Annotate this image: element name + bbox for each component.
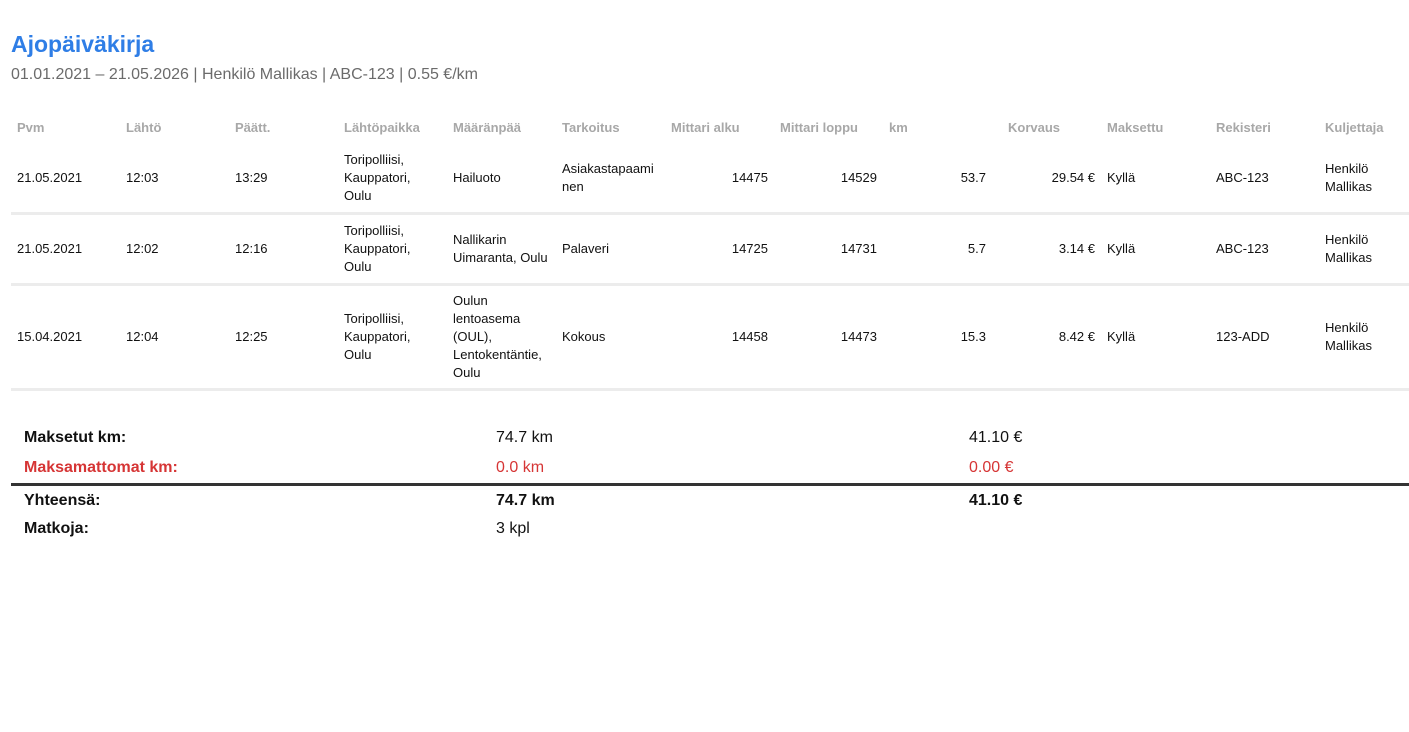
cell-paid: Kyllä — [1101, 213, 1210, 286]
column-header-mittari-alku: Mittari alku — [671, 119, 740, 135]
column-header-rekisteri: Rekisteri — [1216, 119, 1271, 135]
cell-compensation: 8.42 € — [992, 284, 1101, 391]
cell-driver: Henkilö Mallikas — [1319, 144, 1409, 215]
cell-start-place: Toripolliisi, Kauppatori, Oulu — [338, 213, 447, 286]
cell-end-time: 12:25 — [229, 284, 338, 391]
cell-start-place: Toripolliisi, Kauppatori, Oulu — [338, 144, 447, 215]
cell-odometer-end: 14529 — [774, 144, 883, 215]
cell-date: 21.05.2021 — [11, 144, 120, 215]
cell-registration: ABC-123 — [1210, 144, 1319, 215]
cell-odometer-end: 14473 — [774, 284, 883, 391]
summary-total-km: 74.7 km — [496, 492, 555, 509]
cell-odometer-start: 14458 — [665, 284, 774, 391]
cell-destination: Nallikarin Uimaranta, Oulu — [447, 213, 556, 286]
table-row: 15.04.2021 12:04 12:25 Toripolliisi, Kau… — [11, 284, 1409, 391]
report-page: Ajopäiväkirja 01.01.2021 – 21.05.2026 | … — [11, 30, 1409, 537]
cell-purpose: Asiakastapaaminen — [556, 144, 665, 215]
summary-total-label: Yhteensä: — [24, 492, 101, 509]
summary-trips-label: Matkoja: — [24, 520, 89, 537]
cell-destination: Oulun lentoasema (OUL), Lentokentäntie, … — [447, 284, 556, 391]
summary-total-eur: 41.10 € — [969, 492, 1023, 509]
cell-registration: 123-ADD — [1210, 284, 1319, 391]
cell-paid: Kyllä — [1101, 144, 1210, 215]
summary-trips-row: Matkoja: 3 kpl — [11, 514, 1409, 544]
cell-paid: Kyllä — [1101, 284, 1210, 391]
page-title: Ajopäiväkirja — [11, 31, 155, 57]
column-header-kuljettaja: Kuljettaja — [1325, 119, 1384, 135]
cell-odometer-start: 14475 — [665, 144, 774, 215]
cell-destination: Hailuoto — [447, 144, 556, 215]
summary-paid-label: Maksetut km: — [24, 429, 127, 446]
table-header-row: Pvm Lähtö Päätt. Lähtöpaikka Määränpää T… — [11, 110, 1409, 144]
summary-trips-count: 3 kpl — [496, 520, 530, 537]
column-header-korvaus: Korvaus — [1008, 119, 1061, 135]
column-header-tarkoitus: Tarkoitus — [562, 119, 620, 135]
cell-purpose: Kokous — [556, 284, 665, 391]
cell-registration: ABC-123 — [1210, 213, 1319, 286]
summary-paid-km: 74.7 km — [496, 429, 553, 446]
cell-start-time: 12:02 — [120, 213, 229, 286]
cell-driver: Henkilö Mallikas — [1319, 213, 1409, 286]
table-row: 21.05.2021 12:02 12:16 Toripolliisi, Kau… — [11, 213, 1409, 286]
column-header-lahto: Lähtö — [126, 119, 162, 135]
cell-date: 15.04.2021 — [11, 284, 120, 391]
summary-unpaid-label: Maksamattomat km: — [24, 459, 178, 476]
column-header-km: km — [889, 119, 908, 135]
summary-total-row: Yhteensä: 74.7 km 41.10 € — [11, 483, 1409, 514]
cell-purpose: Palaveri — [556, 213, 665, 286]
cell-odometer-start: 14725 — [665, 213, 774, 286]
summary-unpaid-eur: 0.00 € — [969, 459, 1014, 476]
summary-section: Maksetut km: 74.7 km 41.10 € Maksamattom… — [11, 423, 1409, 544]
trip-log-table: Pvm Lähtö Päätt. Lähtöpaikka Määränpää T… — [11, 110, 1409, 391]
cell-start-time: 12:04 — [120, 284, 229, 391]
column-header-paatt: Päätt. — [235, 119, 271, 135]
cell-driver: Henkilö Mallikas — [1319, 284, 1409, 391]
summary-paid-eur: 41.10 € — [969, 429, 1023, 446]
table-row: 21.05.2021 12:03 13:29 Toripolliisi, Kau… — [11, 144, 1409, 215]
column-header-lahtopaikka: Lähtöpaikka — [344, 119, 420, 135]
summary-unpaid-row: Maksamattomat km: 0.0 km 0.00 € — [11, 453, 1409, 483]
cell-km: 15.3 — [883, 284, 992, 391]
cell-compensation: 3.14 € — [992, 213, 1101, 286]
summary-paid-row: Maksetut km: 74.7 km 41.10 € — [11, 423, 1409, 453]
cell-end-time: 12:16 — [229, 213, 338, 286]
column-header-pvm: Pvm — [17, 119, 45, 135]
report-subtitle: 01.01.2021 – 21.05.2026 | Henkilö Mallik… — [11, 66, 478, 83]
cell-end-time: 13:29 — [229, 144, 338, 215]
cell-start-place: Toripolliisi, Kauppatori, Oulu — [338, 284, 447, 391]
summary-unpaid-km: 0.0 km — [496, 459, 545, 476]
column-header-mittari-loppu: Mittari loppu — [780, 119, 858, 135]
column-header-maksettu: Maksettu — [1107, 119, 1164, 135]
cell-odometer-end: 14731 — [774, 213, 883, 286]
cell-date: 21.05.2021 — [11, 213, 120, 286]
cell-km: 53.7 — [883, 144, 992, 215]
cell-start-time: 12:03 — [120, 144, 229, 215]
column-header-maaranpaa: Määränpää — [453, 119, 521, 135]
cell-km: 5.7 — [883, 213, 992, 286]
cell-compensation: 29.54 € — [992, 144, 1101, 215]
